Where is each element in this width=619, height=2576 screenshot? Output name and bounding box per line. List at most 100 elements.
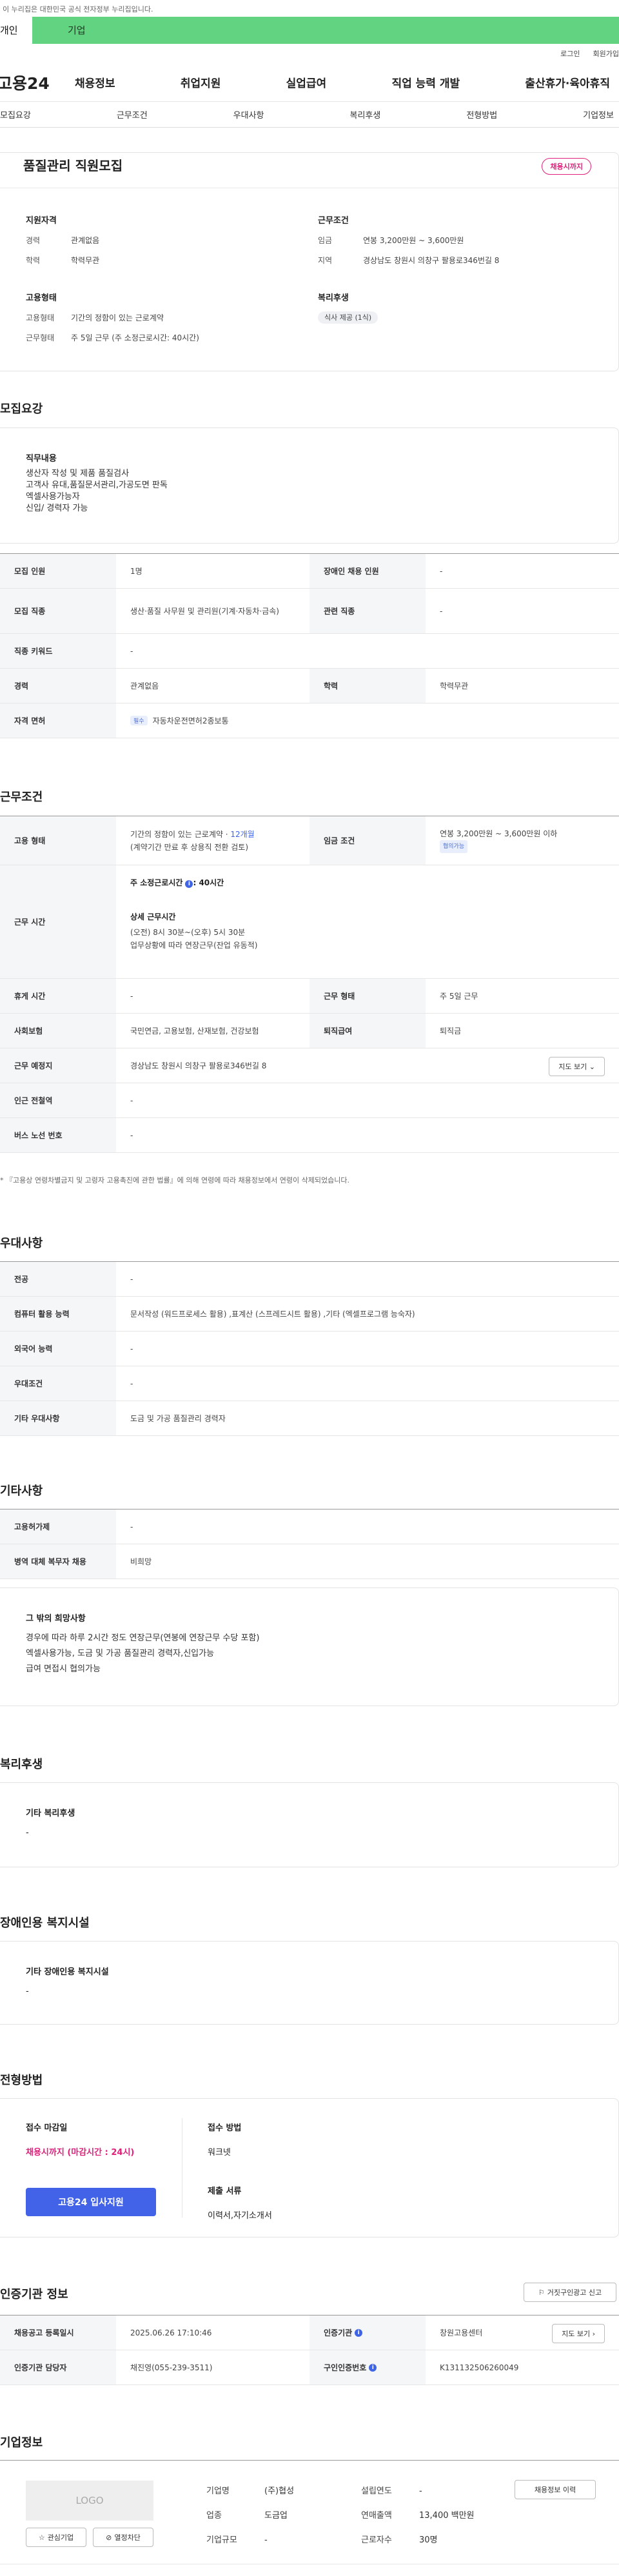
work-type-value: 주 5일 근무 (주 소정근로시간: 40시간) [71, 333, 199, 342]
duty-list: 생산자 작성 및 제품 품질검사 고객사 유대,품질문서관리,가공도면 판독 엑… [26, 468, 168, 515]
insurance-value: 국민연금, 고용보험, 산재보험, 건강보험 [130, 1027, 259, 1036]
related-label: 관련 직종 [310, 589, 426, 633]
worktype-label: 근무 형태 [310, 979, 426, 1013]
extra-wish-line: 엑셀사용가능, 도금 및 가공 품질관리 경력자,신입가능 [26, 1649, 215, 1658]
subway-label: 인근 전철역 [0, 1083, 116, 1117]
tab-company[interactable]: 기업정보 [583, 108, 614, 121]
gnb-employment-support[interactable]: 취업지원 [181, 74, 221, 90]
gnb-vocational-training[interactable]: 직업 능력 개발 [391, 74, 460, 90]
chevron-right-icon: › [592, 2330, 595, 2338]
lang-label: 외국어 능력 [0, 1332, 116, 1366]
org-value: 창원고용센터 [440, 2328, 483, 2337]
military-label: 병역 대체 복무자 채용 [0, 1544, 116, 1578]
tab-work[interactable]: 근무조건 [117, 108, 148, 121]
extra-wish-line: 급여 면접시 협의가능 [26, 1664, 101, 1674]
welfare-section-title: 복리후생 [0, 1758, 43, 1771]
bus-label: 버스 노선 번호 [0, 1118, 116, 1152]
gnb-unemployment-benefit[interactable]: 실업급여 [286, 74, 327, 90]
hours-detail-title: 상세 근무시간 [130, 912, 176, 921]
site-logo[interactable]: 고용24 [0, 71, 75, 94]
retire-value: 퇴직금 [440, 1027, 462, 1036]
login-link[interactable]: 로그인 [560, 48, 580, 59]
industry-label: 업종 [206, 2511, 222, 2521]
hours-main-label: 주 소정근로시간 [130, 878, 183, 887]
duty-line: 신입/ 경력자 가능 [26, 504, 88, 513]
qualification-title: 지원자격 [26, 216, 57, 226]
report-icon: ⚐ [538, 2288, 545, 2297]
gnb-parental-leave[interactable]: 출산휴가·육아휴직 [525, 74, 610, 90]
emp-value-1: 기간의 정함이 있는 근로계약 · [130, 829, 231, 839]
block-company-button[interactable]: ⊘ 열정차단 [93, 2528, 153, 2547]
keyword-label: 직종 키워드 [0, 634, 116, 668]
recruit-section-title: 모집요강 [0, 402, 43, 416]
mgr-label: 인증기관 담당자 [0, 2350, 116, 2384]
subway-value: - [130, 1096, 133, 1105]
worktype-value: 주 5일 근무 [440, 992, 478, 1001]
related-value: - [440, 606, 443, 616]
favorite-company-button[interactable]: ☆ 관심기업 [26, 2528, 86, 2547]
career-value: 관계없음 [130, 682, 159, 691]
job-label: 모집 직종 [0, 589, 116, 633]
edu-label: 학력 [310, 669, 426, 703]
welfare-box-value: - [26, 1828, 29, 1838]
duty-box: 직무내용 생산자 작성 및 제품 품질검사 고객사 유대,품질문서관리,가공도면… [0, 428, 619, 544]
sales-value: 13,400 백만원 [419, 2511, 475, 2521]
mgr-value: 채진영(055-239-3511) [130, 2363, 213, 2372]
career-value: 관계없음 [71, 236, 100, 245]
agency-table: 채용공고 등록일시 2025.06.26 17:10:46 인증기관 i 창원고용센터 지… [0, 2315, 619, 2385]
wage-value: 연봉 3,200만원 ~ 3,600만원 [363, 236, 464, 245]
region-label: 지역 [318, 256, 333, 265]
rest-value: - [130, 991, 133, 1001]
pref-cond-value: - [130, 1379, 133, 1388]
tab-welfare[interactable]: 복리후생 [349, 108, 380, 121]
recruit-table: 모집 인원 1명 장애인 채용 인원 - 모집 직종 생산·품질 사무원 및 관리원(기… [0, 553, 619, 738]
pref-cond-label: 우대조건 [0, 1366, 116, 1401]
docs-label: 제출 서류 [208, 2187, 242, 2196]
tab-process[interactable]: 전형방법 [466, 108, 497, 121]
duty-line: 생산자 작성 및 제품 품질검사 [26, 469, 130, 478]
deadline-value: 채용시까지 (마감시간 : 24시) [26, 2148, 135, 2158]
gov-banner: 이 누리집은 대한민국 공식 전자정부 누리집입니다. [3, 5, 153, 14]
industry-value: 도금업 [264, 2511, 288, 2521]
insurance-label: 사회보험 [0, 1014, 116, 1048]
org-label: 인증기관 [324, 2328, 353, 2337]
info-icon[interactable]: i [369, 2363, 377, 2372]
info-icon[interactable]: i [185, 880, 193, 888]
tab-personal[interactable]: 개인 [0, 17, 32, 44]
condition-title: 근무조건 [318, 216, 349, 226]
report-button[interactable]: ⚐ 거짓구인광고 신고 [524, 2283, 616, 2302]
disabled-label: 장애인 채용 인원 [310, 554, 426, 588]
info-icon[interactable]: i [355, 2328, 363, 2337]
pref-etc-value: 도금 및 가공 품질관리 경력자 [130, 1414, 226, 1423]
gnb-jobs[interactable]: 채용정보 [75, 74, 115, 90]
hours-detail-2: 업무상황에 따라 연장근무(잔업 유동적) [130, 941, 258, 950]
global-nav: 고용24 채용정보 취업지원 실업급여 직업 능력 개발 출산휴가·육아휴직 [0, 63, 619, 102]
work-type-label: 근무형태 [26, 333, 55, 342]
place-label: 근무 예정지 [0, 1048, 116, 1083]
military-value: 비희망 [130, 1557, 152, 1566]
employment-group: 고용형태 고용형태 기간의 정함이 있는 근로계약 근무형태 주 5일 근무 (주 … [26, 291, 199, 352]
method-label: 접수 방법 [208, 2123, 242, 2133]
extra-wish-title: 그 밖의 희망사항 [26, 1614, 86, 1624]
agency-map-button[interactable]: 지도 보기 › [552, 2324, 605, 2343]
history-button[interactable]: 채용정보 이력 [515, 2480, 596, 2499]
etc-section-title: 기타사항 [0, 1484, 43, 1498]
extra-wish-box: 그 밖의 희망사항 경우에 따라 하루 2시간 정도 연장근무(연봉에 연장근무… [0, 1588, 619, 1706]
rest-label: 휴게 시간 [0, 979, 116, 1013]
emp-label: 고용 형태 [0, 816, 116, 865]
disabled-value: - [440, 566, 443, 576]
map-button[interactable]: 지도 보기 ⌄ [549, 1057, 605, 1076]
tab-pref[interactable]: 우대사항 [233, 108, 264, 121]
cert-no-label: 구인인증번호 [324, 2363, 367, 2372]
apply-button[interactable]: 고용24 입사지원 [26, 2188, 156, 2216]
method-value: 워크넷 [208, 2148, 231, 2158]
tab-recruit[interactable]: 모집요강 [0, 108, 31, 121]
pc-label: 컴퓨터 활용 능력 [0, 1297, 116, 1331]
pc-value: 문서작성 (워드프로세스 활용) ,표계산 (스프레드시트 활용) ,기타 (엑… [130, 1310, 415, 1319]
chevron-down-icon: ⌄ [589, 1063, 595, 1071]
join-link[interactable]: 회원가입 [593, 48, 619, 59]
process-section-title: 전형방법 [0, 2074, 43, 2087]
tab-company[interactable]: 기업 [32, 17, 86, 44]
work-permit-label: 고용허가제 [0, 1509, 116, 1544]
sales-label: 연매출액 [361, 2511, 392, 2521]
